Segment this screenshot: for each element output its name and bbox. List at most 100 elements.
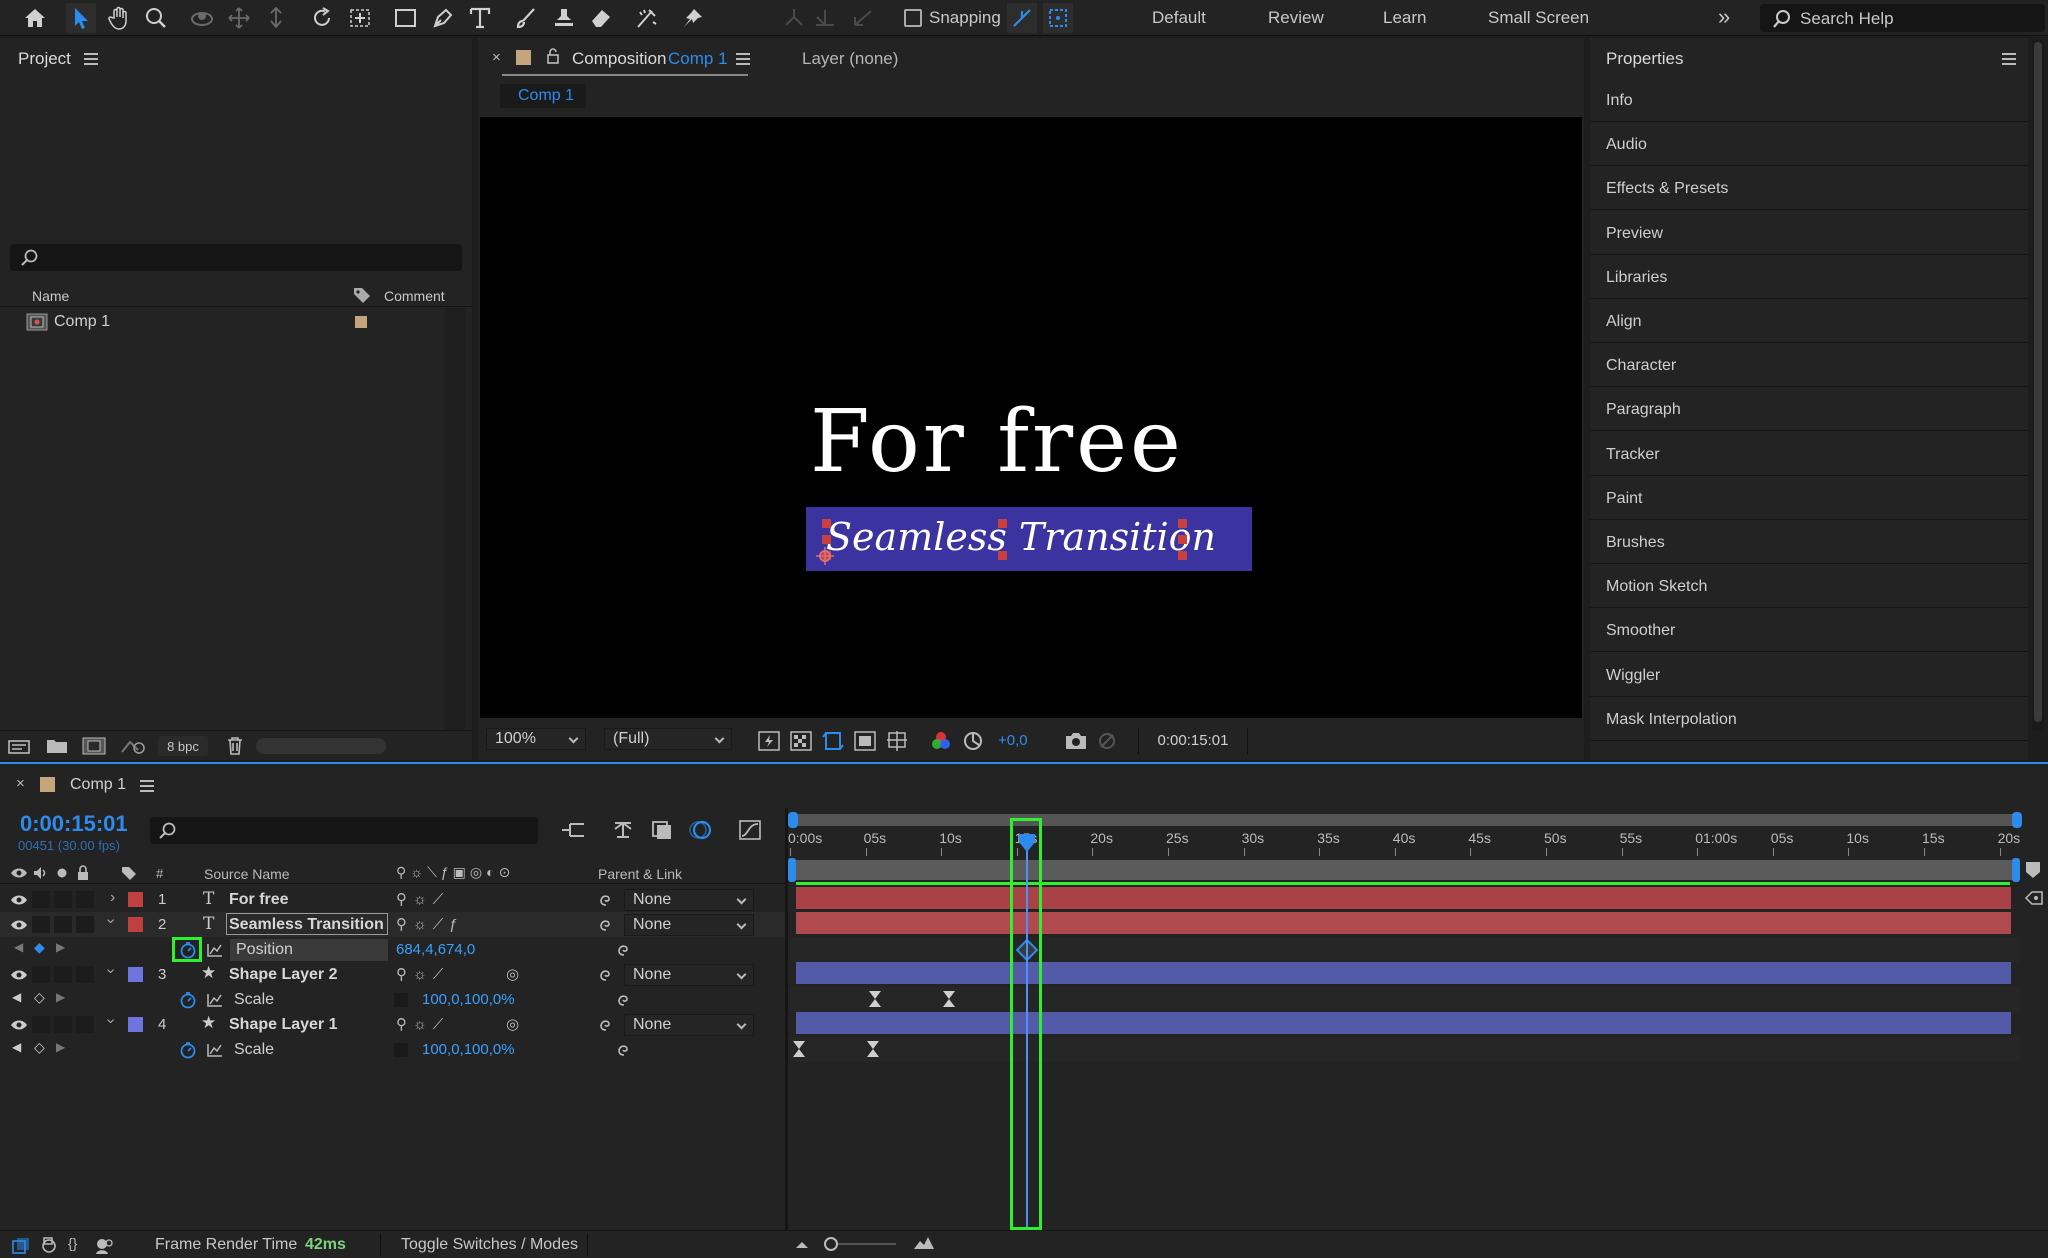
comp-mini-flowchart-icon[interactable] xyxy=(560,820,586,840)
properties-scroll-thumb[interactable] xyxy=(2034,42,2042,722)
eye-icon[interactable] xyxy=(10,919,28,931)
audio-switch[interactable] xyxy=(32,916,50,933)
bounding-handle[interactable] xyxy=(822,535,831,544)
parent-dropdown[interactable]: None xyxy=(624,964,754,986)
exposure-value[interactable]: +0,0 xyxy=(998,732,1028,749)
pen-tool-icon[interactable] xyxy=(428,3,458,33)
graph-icon[interactable] xyxy=(206,1042,224,1058)
layer-row-3[interactable]: › 3 ★ Shape Layer 2 ⚲☼⟋ ◎ None xyxy=(0,962,785,987)
lock-switch[interactable] xyxy=(76,916,94,933)
pickwhip-icon[interactable] xyxy=(598,1016,614,1032)
stopwatch-icon[interactable] xyxy=(179,991,197,1009)
eraser-tool-icon[interactable] xyxy=(586,3,616,33)
layer-switch-icons[interactable]: ⚲☼⟋ƒ xyxy=(396,915,464,933)
rotate-tool-icon[interactable] xyxy=(307,3,337,33)
grid-guides-icon[interactable] xyxy=(886,730,908,752)
composition-viewer[interactable]: For free Seamless Transition xyxy=(480,117,1582,718)
reset-exposure-icon[interactable] xyxy=(962,730,984,752)
lock-switch[interactable] xyxy=(76,891,94,908)
zoom-slider-thumb[interactable] xyxy=(824,1237,838,1251)
show-snapshot-icon[interactable] xyxy=(1096,730,1118,752)
work-area-start-handle[interactable] xyxy=(788,858,796,882)
layer-label-color[interactable] xyxy=(128,917,143,932)
add-keyframe-icon[interactable]: ◇ xyxy=(34,989,45,1006)
project-search-input[interactable] xyxy=(10,244,462,271)
close-tab-icon[interactable]: × xyxy=(492,49,501,66)
graph-icon[interactable] xyxy=(206,942,224,958)
subtitle-box[interactable]: Seamless Transition xyxy=(806,507,1252,571)
solo-switch[interactable] xyxy=(54,1016,72,1033)
layer-bar-4[interactable] xyxy=(796,1012,2011,1034)
graph-icon[interactable] xyxy=(206,992,224,1008)
project-settings-icon[interactable] xyxy=(120,736,146,756)
properties-item-brushes[interactable]: Brushes xyxy=(1590,522,2028,564)
stopwatch-icon[interactable] xyxy=(179,1041,197,1059)
bounding-handle[interactable] xyxy=(1178,551,1187,560)
selection-tool-icon[interactable] xyxy=(66,3,96,33)
properties-item-wiggler[interactable]: Wiggler xyxy=(1590,655,2028,697)
lock-switch[interactable] xyxy=(76,966,94,983)
property-name[interactable]: Position xyxy=(236,941,293,959)
video-visibility-icon[interactable] xyxy=(10,867,28,879)
project-item-comp-1[interactable]: Comp 1 xyxy=(0,310,472,334)
position-value[interactable]: 684,4,674,0 xyxy=(396,941,475,958)
draft-3d-icon[interactable] xyxy=(611,819,635,841)
fast-previews-icon[interactable] xyxy=(758,731,780,751)
property-row-scale-layer-4[interactable]: ◀ ◇ ▶ Scale 100,0,100,0% xyxy=(0,1037,785,1062)
scale-value[interactable]: 100,0,100,0% xyxy=(422,1041,515,1058)
project-scrollbar[interactable] xyxy=(445,308,465,758)
timeline-current-time[interactable]: 0:00:15:01 xyxy=(20,811,128,837)
snapshot-camera-icon[interactable] xyxy=(1064,730,1088,752)
time-navigator-end-handle[interactable] xyxy=(2012,812,2022,828)
properties-item-paint[interactable]: Paint xyxy=(1590,478,2028,520)
view-axis-icon[interactable] xyxy=(848,3,878,33)
layer-label-color[interactable] xyxy=(128,967,143,982)
comp-marker-bin-icon[interactable] xyxy=(2024,860,2042,880)
expression-pickwhip-icon[interactable] xyxy=(616,1041,632,1057)
interpret-footage-icon[interactable] xyxy=(8,737,30,755)
collapse-chevron-icon[interactable]: › xyxy=(102,1018,120,1023)
pickwhip-icon[interactable] xyxy=(598,891,614,907)
layer-name[interactable]: Shape Layer 1 xyxy=(229,1016,338,1034)
world-axis-icon[interactable] xyxy=(810,3,840,33)
search-help-field[interactable]: Search Help xyxy=(1760,4,2045,32)
easy-ease-keyframe-icon[interactable] xyxy=(868,990,882,1008)
new-folder-icon[interactable] xyxy=(46,737,68,755)
audio-switch[interactable] xyxy=(32,891,50,908)
switches-header-icons[interactable]: ⚲☼⟍ƒ▣◎◐⊙ xyxy=(396,864,514,881)
timeline-comp-tab[interactable]: Comp 1 xyxy=(70,776,126,794)
properties-item-paragraph[interactable]: Paragraph xyxy=(1590,389,2028,432)
properties-item-character[interactable]: Character xyxy=(1590,345,2028,388)
work-area-bar[interactable] xyxy=(790,860,2020,880)
column-parent-link[interactable]: Parent & Link xyxy=(598,866,682,882)
workspace-small-screen[interactable]: Small Screen xyxy=(1488,8,1589,28)
brush-tool-icon[interactable] xyxy=(511,3,541,33)
bounding-handle[interactable] xyxy=(822,519,831,528)
solo-switch[interactable] xyxy=(54,916,72,933)
prev-keyframe-icon[interactable]: ◀ xyxy=(12,990,21,1004)
properties-item-align[interactable]: Align xyxy=(1590,301,2028,343)
layer-bar-3[interactable] xyxy=(796,962,2011,984)
comp-menu-icon[interactable] xyxy=(736,53,750,65)
new-composition-icon[interactable] xyxy=(82,737,106,755)
resolution-dropdown[interactable]: (Full) xyxy=(604,728,732,750)
headline-text[interactable]: For free xyxy=(810,392,1184,492)
comp-breadcrumb[interactable]: Comp 1 xyxy=(500,84,586,108)
zoom-tool-icon[interactable] xyxy=(141,3,171,33)
prev-keyframe-icon[interactable]: ◀ xyxy=(12,1040,21,1054)
time-navigator-start-handle[interactable] xyxy=(788,812,798,828)
local-axis-icon[interactable] xyxy=(779,3,809,33)
bounding-handle[interactable] xyxy=(1178,535,1187,544)
expression-pickwhip-icon[interactable] xyxy=(616,941,632,957)
expand-chevron-icon[interactable]: › xyxy=(110,889,115,907)
comp-tab-prefix[interactable]: Composition xyxy=(572,49,667,69)
add-keyframe-icon[interactable]: ◆ xyxy=(34,939,45,956)
eye-icon[interactable] xyxy=(10,969,28,981)
hand-tool-icon[interactable] xyxy=(104,3,134,33)
column-source-name[interactable]: Source Name xyxy=(204,866,290,882)
timeline-menu-icon[interactable] xyxy=(140,780,154,792)
region-of-interest-icon[interactable] xyxy=(854,731,876,751)
properties-item-smoother[interactable]: Smoother xyxy=(1590,610,2028,653)
layer-switches-toggle-icon[interactable] xyxy=(12,1237,30,1255)
layer-bar-1[interactable] xyxy=(796,887,2011,909)
